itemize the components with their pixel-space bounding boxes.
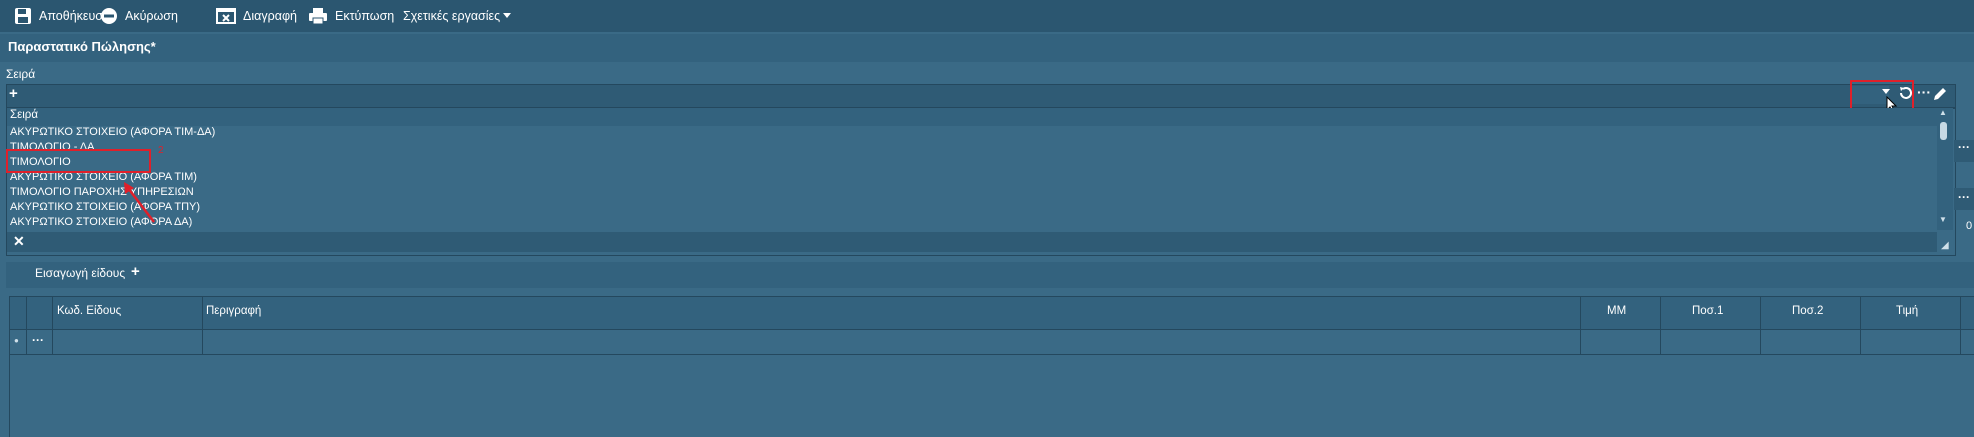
table-row[interactable] <box>10 330 1974 355</box>
column-header-code[interactable]: Κωδ. Είδους <box>57 305 121 317</box>
print-icon <box>309 8 327 25</box>
dropdown-footer <box>7 232 1937 252</box>
series-label: Σειρά <box>6 67 36 81</box>
edit-icon[interactable] <box>1931 85 1949 103</box>
save-button[interactable]: Αποθήκευση <box>14 4 110 28</box>
save-icon <box>15 8 31 24</box>
delete-icon <box>216 8 236 24</box>
column-header-unit[interactable]: ΜΜ <box>1607 305 1626 317</box>
insert-item-bar <box>6 262 1974 288</box>
related-tasks-label: Σχετικές εργασίες <box>403 9 501 23</box>
more-options-button[interactable]: ··· <box>1917 84 1931 100</box>
annotation-box-2 <box>6 149 151 173</box>
list-item[interactable]: ΤΙΜΟΛΟΓΙΟ ΠΑΡΟΧΗΣ ΥΠΗΡΕΣΙΩΝ <box>10 186 194 198</box>
row-indicator-icon: ● <box>14 336 19 345</box>
add-item-button[interactable]: + <box>131 263 140 280</box>
resize-grip-icon[interactable]: ◢ <box>1941 240 1949 251</box>
annotation-arrow-2 <box>124 182 155 223</box>
list-item[interactable]: ΑΚΥΡΩΤΙΚΟ ΣΤΟΙΧΕΙΟ (ΑΦΟΡΑ ΔΑ) <box>10 216 192 228</box>
cancel-button[interactable]: Ακύρωση <box>100 4 178 28</box>
print-button[interactable]: Εκτύπωση <box>308 4 394 28</box>
close-icon[interactable]: ✕ <box>13 233 25 250</box>
column-header-price[interactable]: Τιμή <box>1896 305 1918 317</box>
more-options-button[interactable]: ··· <box>1958 190 1970 204</box>
related-tasks-menu[interactable]: Σχετικές εργασίες <box>403 4 518 28</box>
delete-button[interactable]: Διαγραφή <box>216 4 297 28</box>
partial-value: 0 <box>1966 220 1973 232</box>
row-options-button[interactable]: ··· <box>32 333 44 347</box>
scroll-down-icon[interactable]: ▼ <box>1939 215 1947 224</box>
scroll-thumb[interactable] <box>1940 122 1947 140</box>
column-header-qty1[interactable]: Ποσ.1 <box>1692 305 1723 317</box>
add-series-button[interactable]: + <box>9 85 18 102</box>
series-combo[interactable] <box>6 84 1956 108</box>
cancel-icon <box>101 8 117 24</box>
title-bar <box>0 34 1974 62</box>
insert-item-label: Εισαγωγή είδους <box>35 266 126 280</box>
list-item[interactable]: ΑΚΥΡΩΤΙΚΟ ΣΤΟΙΧΕΙΟ (ΑΦΟΡΑ ΤΠΥ) <box>10 201 200 213</box>
list-item[interactable]: ΑΚΥΡΩΤΙΚΟ ΣΤΟΙΧΕΙΟ (ΑΦΟΡΑ ΤΙΜ-ΔΑ) <box>10 126 215 138</box>
annotation-marker-2: 2 <box>158 145 164 156</box>
dropdown-header-label: Σειρά <box>10 109 38 121</box>
more-options-button[interactable]: ··· <box>1958 140 1970 154</box>
cancel-label: Ακύρωση <box>125 9 178 23</box>
print-label: Εκτύπωση <box>335 9 395 23</box>
page-title: Παραστατικό Πώλησης* <box>8 39 156 54</box>
grid-header <box>10 297 1974 330</box>
scroll-up-icon[interactable]: ▲ <box>1939 108 1947 117</box>
dropdown-header <box>7 108 1937 126</box>
delete-label: Διαγραφή <box>243 9 297 23</box>
column-header-description[interactable]: Περιγραφή <box>206 305 261 317</box>
column-header-qty2[interactable]: Ποσ.2 <box>1792 305 1823 317</box>
chevron-down-icon <box>503 13 512 18</box>
